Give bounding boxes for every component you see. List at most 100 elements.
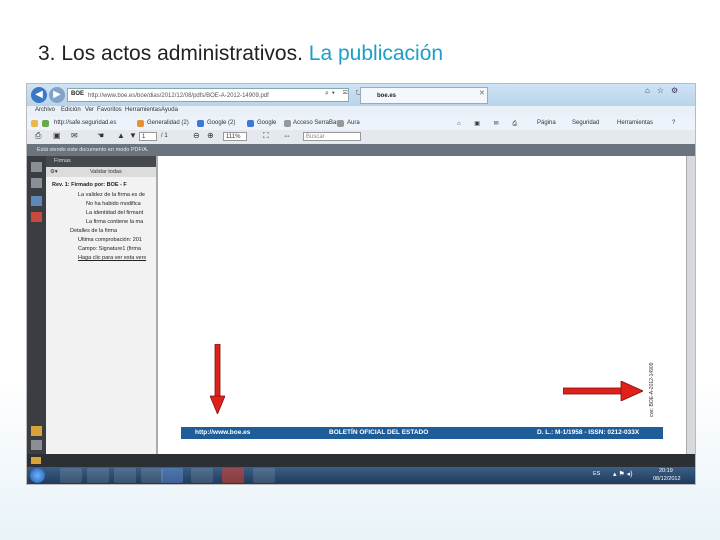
tab-close-icon[interactable]: ✕	[479, 89, 485, 97]
layers-icon[interactable]	[31, 212, 42, 222]
fit-width-icon[interactable]: ⇔	[283, 131, 291, 140]
attachment-clip-icon[interactable]	[31, 440, 42, 450]
taskbar-powerpoint[interactable]	[253, 468, 275, 483]
fav-icon-6	[337, 120, 344, 127]
fav-icon-5	[284, 120, 291, 127]
signature-revision[interactable]: Rev. 1: Firmado por: BOE - F	[52, 182, 156, 188]
signature-detail-3: La firma contiene la ma	[86, 219, 144, 225]
slide-title: 3. Los actos administrativos. La publica…	[38, 42, 443, 66]
taskbar-ie[interactable]	[161, 468, 183, 483]
validate-all-button[interactable]: Validar todas	[90, 167, 122, 177]
save-icon[interactable]: ▣	[53, 131, 61, 140]
zoom-out-icon[interactable]: ⊖	[193, 131, 200, 140]
cve-code: cve: BOE-A-2012-14909	[647, 359, 657, 419]
browser-titlebar: ◀ ▶ http://www.boe.es/boe/dias/2012/12/0…	[27, 84, 695, 106]
cmd-seguridad[interactable]: Seguridad	[572, 120, 599, 126]
red-arrow-right	[563, 381, 643, 401]
pages-icon[interactable]	[31, 162, 42, 172]
taskbar-explorer[interactable]	[60, 468, 82, 483]
google-icon-2	[247, 120, 254, 127]
taskbar-media[interactable]	[114, 468, 136, 483]
signature-field: Campo: Signature1 (firma	[78, 246, 141, 252]
search-input[interactable]: Buscar	[303, 132, 361, 141]
footer-url: http://www.boe.es	[195, 429, 251, 436]
signatures-panel-toolbar: ⚙▾ Validar todas	[46, 167, 156, 177]
fav-link-2[interactable]: Generalidad (2)	[147, 120, 189, 126]
address-bar[interactable]: http://www.boe.es/boe/dias/2012/12/08/pd…	[67, 88, 349, 102]
taskbar-app[interactable]	[141, 468, 163, 483]
signatures-icon[interactable]	[31, 196, 42, 206]
tray-time[interactable]: 20:19	[659, 468, 673, 474]
menu-ver[interactable]: Ver	[85, 107, 94, 113]
attachments-icon[interactable]	[31, 178, 42, 188]
menu-edicion[interactable]: Edición	[61, 107, 81, 113]
cve-text: cve: BOE-A-2012-14909	[649, 362, 655, 417]
cmd-herramientas[interactable]: Herramientas	[617, 120, 653, 126]
back-button[interactable]: ◀	[31, 87, 47, 103]
document-scrollbar[interactable]	[687, 156, 695, 454]
next-page-icon[interactable]: ▼	[129, 131, 137, 140]
tab-boe[interactable]: boe.es	[360, 87, 488, 104]
tray-language[interactable]: ES	[593, 471, 600, 477]
fav-link-3[interactable]: Google (2)	[207, 120, 235, 126]
zoom-select[interactable]: 111%	[223, 132, 247, 141]
command-icons[interactable]: ⌂ ▣ ✉ ⎙	[457, 120, 523, 128]
favorites-bar: http://safe.seguridad.es Generalidad (2)…	[27, 117, 695, 131]
pdf-icon-strip	[27, 156, 46, 454]
pdf-toolbar: ⎙ ▣ ✉ ☚ ▲ ▼ 1 / 1 ⊖ ⊕ 111% ⛶ ⇔ Buscar	[27, 130, 695, 145]
fav-link-1[interactable]: http://safe.seguridad.es	[54, 120, 116, 126]
signature-detail-1: No ha habido modifica	[86, 201, 141, 207]
window-controls[interactable]: ⌂☆⚙	[645, 86, 685, 95]
zoom-in-icon[interactable]: ⊕	[207, 131, 214, 140]
tray-icons[interactable]: ▴ ⚑ ◂)	[613, 470, 633, 478]
print-icon[interactable]: ⎙	[35, 131, 41, 141]
page-total: / 1	[161, 133, 168, 139]
windows-taskbar: ES ▴ ⚑ ◂) 20:19 08/12/2012	[27, 467, 695, 484]
menu-favoritos[interactable]: Favoritos	[97, 107, 122, 113]
prev-page-icon[interactable]: ▲	[117, 131, 125, 140]
email-icon[interactable]: ✉	[71, 131, 78, 140]
favorites-star-icon[interactable]	[31, 120, 38, 127]
fav-link-5[interactable]: Acceso SerraBase	[293, 120, 343, 126]
taskbar-word[interactable]	[191, 468, 213, 483]
fav-link-6[interactable]: Aura	[347, 120, 360, 126]
start-button[interactable]	[30, 468, 45, 483]
add-favorite-icon[interactable]	[42, 120, 49, 127]
help-icon[interactable]: ?	[672, 120, 675, 126]
taskbar-library[interactable]	[87, 468, 109, 483]
boe-favicon: BOE	[71, 91, 85, 97]
forward-button[interactable]: ▶	[49, 87, 65, 103]
footer-title: BOLETÍN OFICIAL DEL ESTADO	[329, 429, 429, 436]
signatures-panel-title: Firmas	[46, 156, 156, 167]
comment-toggle-icon[interactable]	[31, 457, 41, 464]
page-number-input[interactable]: 1	[139, 132, 157, 141]
cmd-pagina[interactable]: Página	[537, 120, 556, 126]
slide-title-accent: La publicación	[308, 42, 444, 65]
tray-date[interactable]: 08/12/2012	[653, 476, 681, 482]
bottom-dark-bar	[27, 454, 695, 467]
boe-footer-bar: http://www.boe.es BOLETÍN OFICIAL DEL ES…	[181, 427, 663, 439]
menu-archivo[interactable]: Archivo	[35, 107, 55, 113]
menu-bar: Archivo Edición Ver Favoritos Herramient…	[27, 106, 695, 117]
browser-screenshot: ◀ ▶ http://www.boe.es/boe/dias/2012/12/0…	[26, 83, 696, 485]
taskbar-acrobat[interactable]	[222, 468, 244, 483]
menu-herramientas[interactable]: Herramientas	[125, 107, 161, 113]
fav-link-4[interactable]: Google	[257, 120, 276, 126]
signature-validity: La validez de la firma es de	[78, 192, 145, 198]
options-menu-icon[interactable]: ⚙▾	[50, 167, 58, 177]
signature-details-node[interactable]: Detalles de la firma	[70, 228, 156, 234]
signature-view-version-link[interactable]: Haga clic para ver esta vers	[78, 255, 156, 261]
signature-detail-2: La identidad del firmant	[86, 210, 144, 216]
comment-icon[interactable]	[31, 426, 42, 436]
menu-ayuda[interactable]: Ayuda	[161, 107, 178, 113]
pdf-page	[158, 156, 686, 454]
google-icon	[197, 120, 204, 127]
fav-icon-2	[137, 120, 144, 127]
fit-page-icon[interactable]: ⛶	[263, 131, 269, 141]
pdfa-notice: Está viendo este documento en modo PDF/A…	[27, 144, 695, 156]
footer-dl: D. L.: M-1/1958 - ISSN: 0212-033X	[537, 429, 640, 436]
hand-tool-icon[interactable]: ☚	[97, 131, 104, 140]
slide-title-main: 3. Los actos administrativos.	[38, 42, 303, 65]
red-arrow-down	[210, 344, 225, 414]
signature-last-check: Última comprobación: 201	[78, 237, 142, 243]
